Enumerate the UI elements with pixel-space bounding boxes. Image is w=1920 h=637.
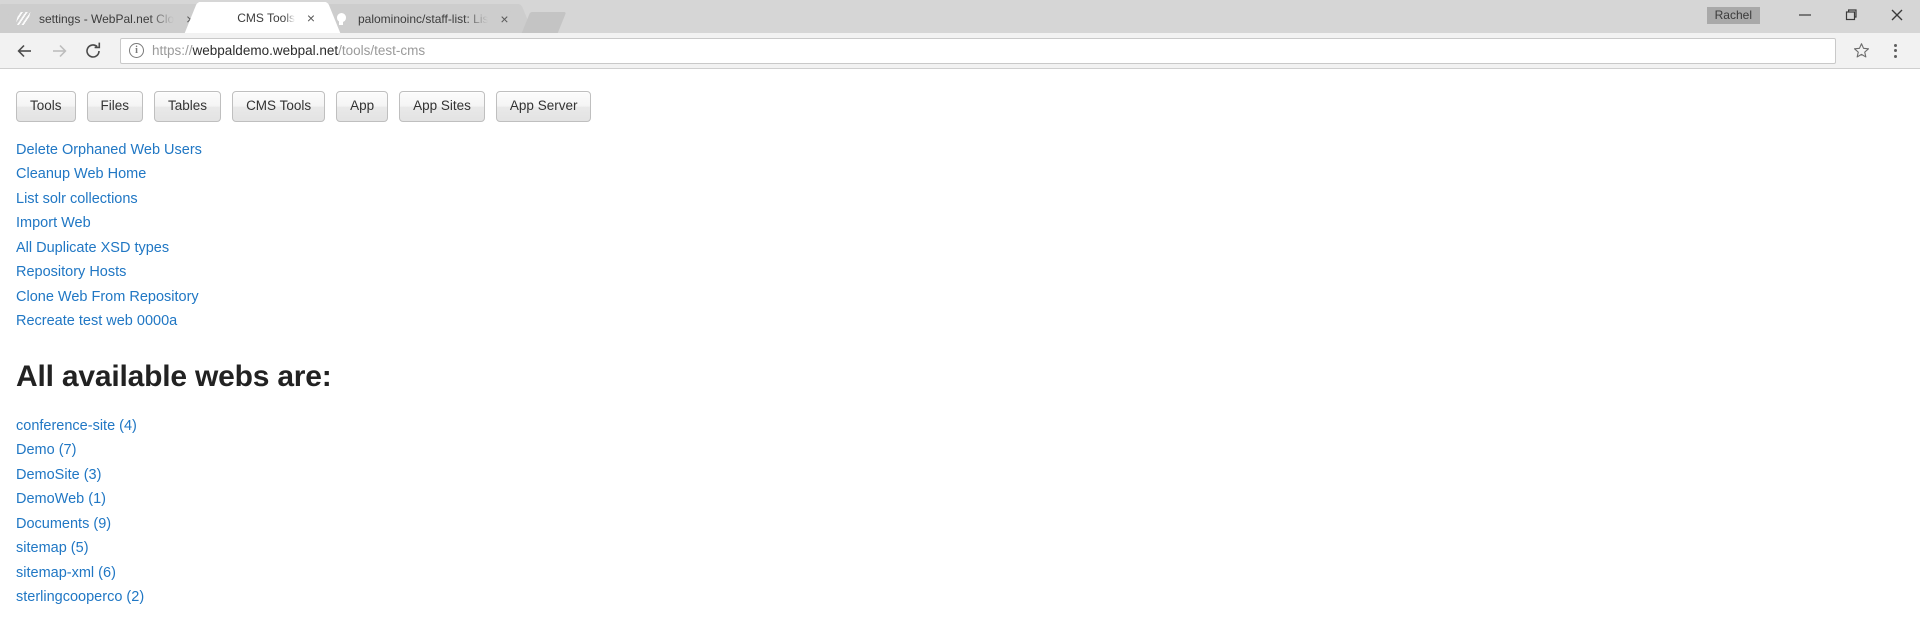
nav-button-app-server[interactable]: App Server (495, 91, 592, 122)
web-link-list: conference-site (4) Demo (7) DemoSite (3… (16, 414, 1904, 610)
nav-button-files[interactable]: Files (86, 91, 144, 122)
webpal-icon (14, 10, 31, 27)
url-path: /tools/test-cms (338, 43, 426, 58)
browser-menu-icon[interactable] (1880, 36, 1910, 66)
web-link-demosite[interactable]: DemoSite (3) (16, 463, 1904, 488)
site-info-icon[interactable]: i (129, 43, 144, 58)
web-link-sterlingcooperco[interactable]: sterlingcooperco (2) (16, 585, 1904, 610)
minimize-icon[interactable] (1782, 0, 1828, 30)
tab-strip: settings - WebPal.net Clo × CMS Tools × … (0, 0, 1920, 33)
tool-link-all-duplicate-xsd-types[interactable]: All Duplicate XSD types (16, 236, 1904, 261)
tool-link-recreate-test-web[interactable]: Recreate test web 0000a (16, 309, 1904, 334)
tab-list: settings - WebPal.net Clo × CMS Tools × … (0, 0, 567, 33)
nav-button-app-sites[interactable]: App Sites (399, 91, 485, 122)
nav-button-app[interactable]: App (336, 91, 389, 122)
url-text: https://webpaldemo.webpal.net/tools/test… (152, 43, 425, 58)
user-profile-badge[interactable]: Rachel (1706, 6, 1760, 24)
web-link-documents[interactable]: Documents (9) (16, 512, 1904, 537)
browser-tab-staff-list[interactable]: palominoinc/staff-list: Lis × (318, 4, 521, 33)
tool-link-repository-hosts[interactable]: Repository Hosts (16, 260, 1904, 285)
tab-title: palominoinc/staff-list: Lis (357, 11, 489, 26)
tool-link-list-solr-collections[interactable]: List solr collections (16, 187, 1904, 212)
web-link-demoweb[interactable]: DemoWeb (1) (16, 487, 1904, 512)
tool-link-import-web[interactable]: Import Web (16, 211, 1904, 236)
web-link-sitemap[interactable]: sitemap (5) (16, 536, 1904, 561)
bookmark-star-icon[interactable] (1846, 36, 1876, 66)
close-icon[interactable]: × (496, 11, 512, 27)
maximize-icon[interactable] (1828, 0, 1874, 30)
window-controls: Rachel (1706, 0, 1920, 30)
browser-tab-cms-tools[interactable]: CMS Tools × (198, 2, 327, 33)
reload-icon[interactable] (78, 36, 108, 66)
web-link-conference-site[interactable]: conference-site (4) (16, 414, 1904, 439)
browser-toolbar: i https://webpaldemo.webpal.net/tools/te… (0, 33, 1920, 69)
tab-title: CMS Tools (237, 10, 295, 25)
tool-link-list: Delete Orphaned Web Users Cleanup Web Ho… (16, 138, 1904, 334)
browser-tab-settings[interactable]: settings - WebPal.net Clo × (0, 4, 207, 33)
tab-title: settings - WebPal.net Clo (39, 11, 175, 26)
nav-button-row: Tools Files Tables CMS Tools App App Sit… (16, 91, 1904, 122)
close-icon[interactable]: × (303, 10, 319, 26)
close-window-icon[interactable] (1874, 0, 1920, 30)
nav-button-cms-tools[interactable]: CMS Tools (232, 91, 326, 122)
page-title: All available webs are: (16, 359, 332, 393)
tool-link-cleanup-web-home[interactable]: Cleanup Web Home (16, 162, 1904, 187)
web-link-sitemap-xml[interactable]: sitemap-xml (6) (16, 561, 1904, 586)
tool-link-clone-web-from-repository[interactable]: Clone Web From Repository (16, 285, 1904, 310)
address-bar[interactable]: i https://webpaldemo.webpal.net/tools/te… (120, 37, 1836, 64)
back-icon[interactable] (10, 36, 40, 66)
tool-link-delete-orphaned-web-users[interactable]: Delete Orphaned Web Users (16, 138, 1904, 163)
url-host: webpaldemo.webpal.net (192, 43, 339, 58)
nav-button-tools[interactable]: Tools (16, 91, 76, 122)
webpal-icon (212, 9, 229, 26)
nav-button-tables[interactable]: Tables (154, 91, 222, 122)
browser-window: settings - WebPal.net Clo × CMS Tools × … (0, 0, 1920, 637)
forward-icon (44, 36, 74, 66)
new-tab-button[interactable] (522, 12, 567, 33)
url-scheme: https:// (152, 43, 193, 58)
web-link-demo[interactable]: Demo (7) (16, 438, 1904, 463)
page-content: Tools Files Tables CMS Tools App App Sit… (0, 69, 1920, 637)
